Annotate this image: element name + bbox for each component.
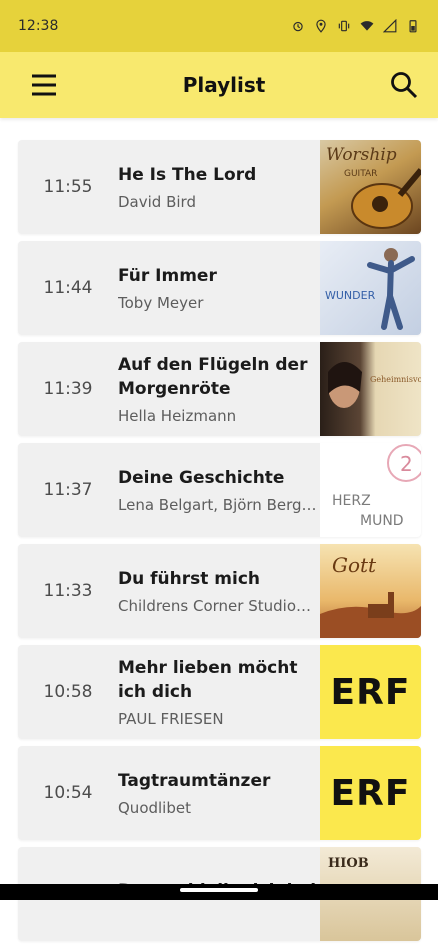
track-title: Tagtraumtänzer (118, 771, 271, 791)
track-time: 11:44 (43, 278, 93, 298)
signal-icon (383, 19, 397, 33)
track-artist: Hella Heizmann (118, 407, 237, 425)
track-artist: PAUL FRIESEN (118, 710, 224, 728)
cover-title: HIOB (328, 856, 369, 871)
cover-title: HERZ (332, 493, 371, 509)
page-title: Playlist (182, 73, 266, 97)
vibrate-icon (338, 20, 350, 32)
cover-title: Gott (332, 553, 377, 577)
track-info: Für Immer Toby Meyer (118, 264, 320, 312)
erf-logo: ERF (320, 645, 421, 739)
track-info: Mehr lieben möcht ich dich PAUL FRIESEN (118, 656, 320, 728)
geheimnisvoll-cover: Geheimnisvoll (320, 342, 421, 436)
system-nav-bar (0, 884, 438, 900)
playlist-item[interactable]: 11:39 Auf den Flügeln der Morgenröte Hel… (18, 342, 421, 436)
search-button[interactable] (384, 65, 424, 105)
status-bar: 12:38 (0, 0, 438, 52)
playlist-item[interactable]: 10:58 Mehr lieben möcht ich dich PAUL FR… (18, 645, 421, 739)
track-time: 10:54 (43, 783, 93, 803)
search-icon (391, 72, 418, 99)
track-artist: Childrens Corner Studio… (118, 597, 311, 615)
erf-logo: ERF (320, 746, 421, 840)
track-time: 11:33 (43, 581, 93, 601)
playlist-item[interactable]: 11:44 Für Immer Toby Meyer WUNDER (18, 241, 421, 335)
location-icon (316, 19, 326, 33)
wifi-icon (360, 21, 374, 31)
menu-button[interactable] (24, 65, 64, 105)
status-icons (291, 19, 420, 33)
track-artist: David Bird (118, 193, 196, 211)
home-gesture-handle[interactable] (180, 888, 258, 892)
track-time: 11:55 (43, 177, 93, 197)
cover-title: Geheimnisvoll (370, 375, 421, 384)
track-artist: Lena Belgart, Björn Berg… (118, 496, 317, 514)
track-title: Mehr lieben möcht ich dich (118, 658, 298, 702)
battery-icon (409, 20, 417, 33)
track-time: 11:37 (43, 480, 93, 500)
cover-subtitle: MUND (360, 513, 404, 529)
status-time: 12:38 (18, 18, 59, 34)
cover-subtitle: GUITAR (344, 169, 377, 179)
track-info: Tagtraumtänzer Quodlibet (118, 769, 320, 817)
cover-title: WUNDER (325, 289, 376, 302)
alarm-icon (293, 21, 303, 32)
playlist-item[interactable]: 10:54 Tagtraumtänzer Quodlibet ERF (18, 746, 421, 840)
wunder-cover: WUNDER (320, 241, 421, 335)
worship-guitar-cover: Worship GUITAR (320, 140, 421, 234)
track-artist: Quodlibet (118, 799, 191, 817)
track-artist: Toby Meyer (118, 294, 204, 312)
app-bar: Playlist (0, 52, 438, 118)
cover-number: 2 (400, 452, 413, 476)
playlist-item[interactable]: 11:33 Du führst mich Childrens Corner St… (18, 544, 421, 638)
playlist-item[interactable]: 11:55 He Is The Lord David Bird Worship … (18, 140, 421, 234)
track-title: Auf den Flügeln der Morgenröte (118, 355, 308, 399)
track-time: 11:39 (43, 379, 93, 399)
herz-mund-cover: 2 HERZ MUND (320, 443, 421, 537)
track-info: Du führst mich Childrens Corner Studio… (118, 567, 320, 615)
track-info: Auf den Flügeln der Morgenröte Hella Hei… (118, 353, 320, 425)
track-info: Deine Geschichte Lena Belgart, Björn Ber… (118, 466, 320, 514)
track-title: Für Immer (118, 266, 217, 286)
track-info: He Is The Lord David Bird (118, 163, 320, 211)
gott-gross-cover: Gott (320, 544, 421, 638)
track-title: Deine Geschichte (118, 468, 285, 488)
cover-title: Worship (326, 145, 397, 165)
track-time: 10:58 (43, 682, 93, 702)
track-title: Du führst mich (118, 569, 261, 589)
menu-icon (32, 74, 56, 96)
erf-logo-text: ERF (330, 772, 411, 814)
playlist-item[interactable]: 11:37 Deine Geschichte Lena Belgart, Bjö… (18, 443, 421, 537)
playlist: 11:55 He Is The Lord David Bird Worship … (18, 140, 421, 948)
track-title: He Is The Lord (118, 165, 257, 185)
erf-logo-text: ERF (330, 671, 411, 713)
